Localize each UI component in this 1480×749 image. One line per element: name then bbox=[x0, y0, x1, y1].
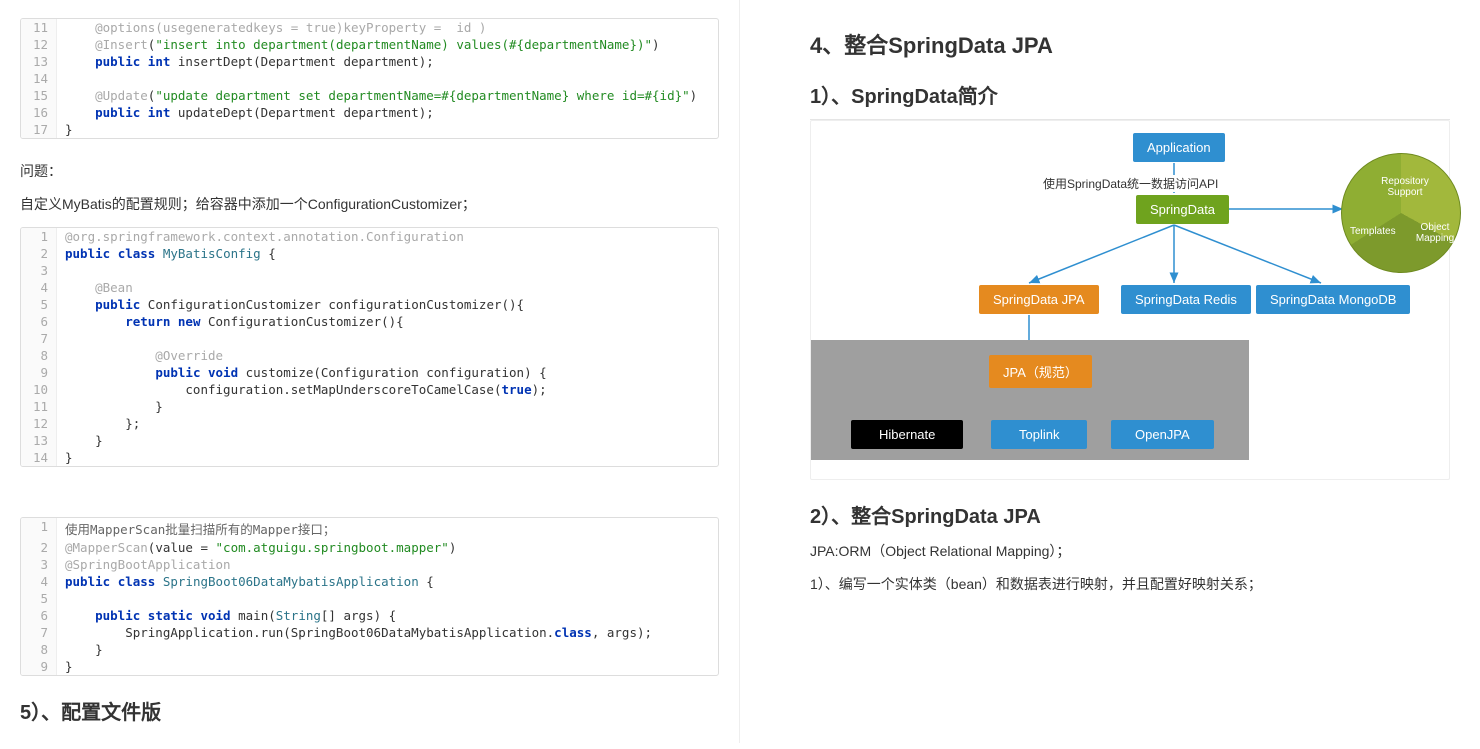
pie-label-repo: Repository Support bbox=[1380, 176, 1430, 198]
code-block-1: 11 @options(usegeneratedkeys = true)keyP… bbox=[20, 18, 719, 139]
heading-springdata-intro: 1）、SpringData简介 bbox=[810, 80, 1450, 109]
heading-5-config: 5）、配置文件版 bbox=[20, 696, 719, 725]
node-toplink: Toplink bbox=[991, 420, 1087, 449]
node-hibernate: Hibernate bbox=[851, 420, 963, 449]
node-application: Application bbox=[1133, 133, 1225, 162]
paragraph-step1: 1）、编写一个实体类（bean）和数据表进行映射，并且配置好映射关系； bbox=[810, 572, 1450, 597]
heading-4-jpa: 4、整合SpringData JPA bbox=[810, 28, 1450, 60]
code-block-2: 1@org.springframework.context.annotation… bbox=[20, 227, 719, 467]
pie-repository: Repository Support Templates Object Mapp… bbox=[1341, 153, 1461, 273]
node-springdata-jpa: SpringData JPA bbox=[979, 285, 1099, 314]
node-springdata: SpringData bbox=[1136, 195, 1229, 224]
pie-label-mapping: Object Mapping bbox=[1414, 222, 1456, 244]
node-springdata-mongo: SpringData MongoDB bbox=[1256, 285, 1410, 314]
diagram-label-api: 使用SpringData统一数据访问API bbox=[1041, 175, 1220, 192]
right-column: 4、整合SpringData JPA 1）、SpringData简介 使用Spr… bbox=[740, 0, 1480, 743]
left-column: 11 @options(usegeneratedkeys = true)keyP… bbox=[0, 0, 740, 743]
node-openjpa: OpenJPA bbox=[1111, 420, 1214, 449]
code-block-3: 1使用MapperScan批量扫描所有的Mapper接口；2@MapperSca… bbox=[20, 517, 719, 676]
node-springdata-redis: SpringData Redis bbox=[1121, 285, 1251, 314]
heading-integrate-jpa: 2）、整合SpringData JPA bbox=[810, 500, 1450, 529]
springdata-diagram: 使用SpringData统一数据访问API Application Spring… bbox=[811, 125, 1449, 465]
paragraph-custom: 自定义MyBatis的配置规则；给容器中添加一个ConfigurationCus… bbox=[20, 192, 719, 217]
paragraph-orm: JPA:ORM（Object Relational Mapping）； bbox=[810, 539, 1450, 564]
diagram-frame: 使用SpringData统一数据访问API Application Spring… bbox=[810, 120, 1450, 480]
node-jpa-spec: JPA（规范） bbox=[989, 355, 1092, 388]
paragraph-problem: 问题： bbox=[20, 159, 719, 184]
pie-label-templates: Templates bbox=[1350, 226, 1396, 237]
